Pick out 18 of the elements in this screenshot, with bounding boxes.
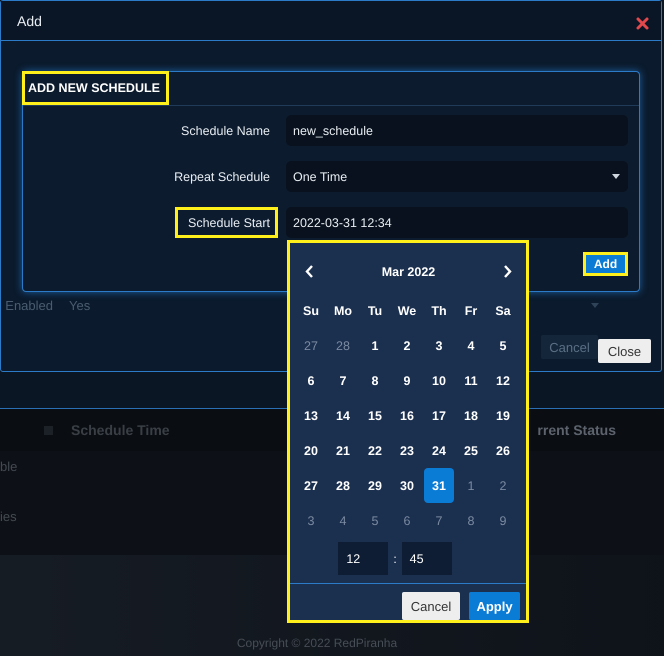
weekday-label: We	[396, 302, 418, 320]
month-label: Mar 2022	[382, 264, 436, 278]
table-cell: ies	[0, 509, 17, 524]
time-separator: :	[393, 552, 397, 566]
weekday-label: Tu	[366, 302, 384, 320]
weekday-label: Su	[302, 302, 320, 320]
weekday-label: Mo	[332, 302, 354, 320]
weekday-label: Th	[430, 302, 448, 320]
field-label: Schedule Start	[175, 207, 278, 238]
field-label: Schedule Name	[180, 122, 271, 140]
field-label: Repeat Schedule	[173, 168, 271, 186]
table-cell: ble	[0, 459, 18, 474]
dialog-heading: ADD NEW SCHEDULE	[22, 71, 169, 105]
weekday-label: Fr	[464, 302, 478, 320]
weekday-label: Sa	[494, 302, 512, 320]
column-header: rrent Status	[537, 422, 616, 438]
dialog-title: Add	[17, 12, 42, 28]
field-label: Enabled	[4, 298, 53, 312]
